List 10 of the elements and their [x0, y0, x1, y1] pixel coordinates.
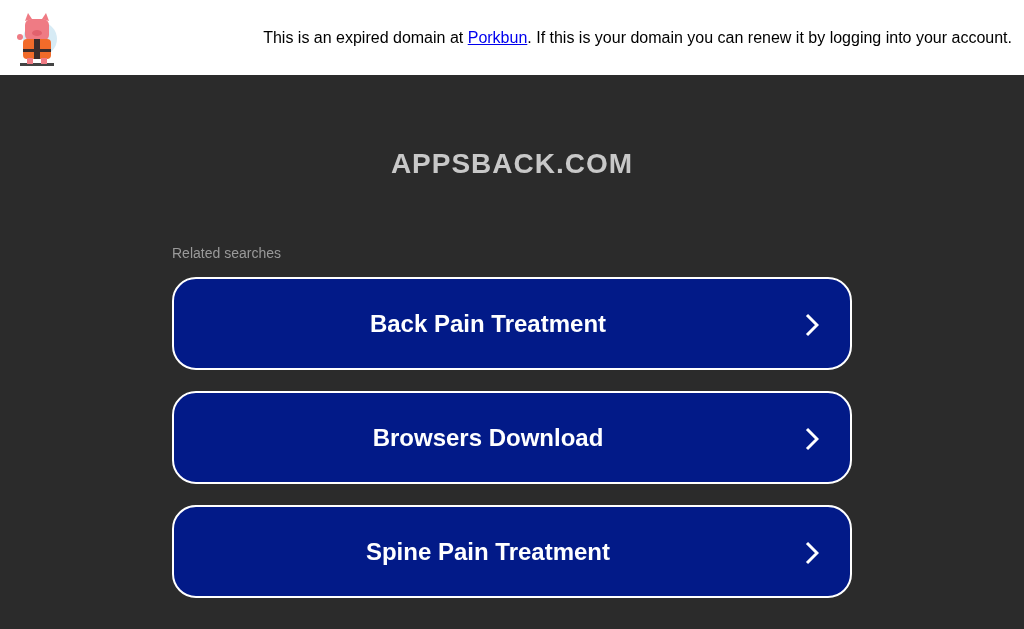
domain-title: APPSBACK.COM [390, 147, 634, 181]
chevron-right-icon [805, 313, 819, 337]
expired-domain-notice: This is an expired domain at Porkbun. If this is your domain you can renew it by logging into your account. [263, 27, 1012, 48]
related-search-link[interactable]: Browsers Download [172, 391, 852, 484]
related-searches-heading: Related searches [172, 244, 282, 263]
related-search-link[interactable]: Spine Pain Treatment [172, 505, 852, 598]
related-search-link[interactable]: Back Pain Treatment [172, 277, 852, 370]
porkbun-link[interactable]: Porkbun [467, 28, 528, 46]
chevron-right-icon [805, 427, 819, 451]
chevron-right-icon [805, 541, 819, 565]
